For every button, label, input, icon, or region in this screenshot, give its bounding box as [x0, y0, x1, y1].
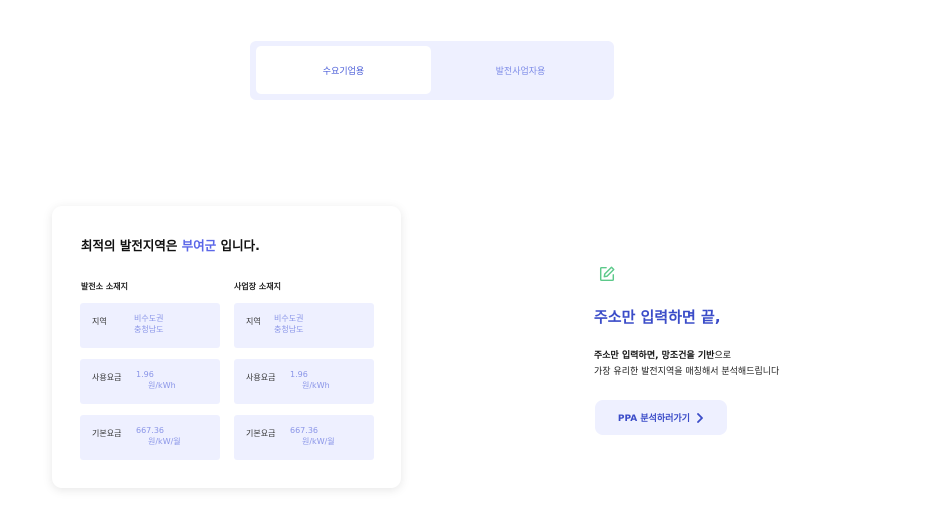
cell-label: 사용요금	[246, 373, 276, 382]
promo-headline: 주소만 입력하면 끝,	[594, 308, 721, 326]
tab-demand-company[interactable]: 수요기업용	[256, 46, 431, 94]
card-title: 최적의 발전지역은 부여군 입니다.	[81, 235, 260, 254]
cell-value: 667.36 원/kW/월	[290, 425, 335, 447]
promo-description-line1: 주소만 입력하면, 망조건을 기반으로	[594, 348, 731, 361]
site-region-cell: 지역 비수도권 충청남도	[234, 303, 374, 348]
value-line-1: 비수도권	[274, 314, 304, 323]
title-prefix: 최적의 발전지역은	[81, 238, 182, 253]
value-line-1: 667.36	[290, 426, 318, 435]
value-line-2: 원/kW/월	[148, 437, 181, 446]
result-card: 최적의 발전지역은 부여군 입니다. 발전소 소재지 사업장 소재지 지역 비수…	[52, 206, 401, 488]
promo-description-line2: 가장 유리한 발전지역을 매칭해서 분석해드립니다	[594, 367, 780, 377]
cell-value: 1.96 원/kWh	[136, 369, 176, 391]
site-base-fee-cell: 기본요금 667.36 원/kW/월	[234, 415, 374, 460]
value-line-2: 충청남도	[134, 325, 164, 334]
cell-label: 지역	[246, 317, 261, 326]
plant-usage-fee-cell: 사용요금 1.96 원/kWh	[80, 359, 220, 404]
cell-value: 667.36 원/kW/월	[136, 425, 181, 447]
title-highlight-region: 부여군	[181, 238, 217, 253]
promo-desc-bold: 주소만 입력하면, 망조건을 기반	[594, 351, 715, 361]
value-line-2: 원/kWh	[148, 381, 176, 390]
promo-desc-rest: 으로	[714, 351, 732, 361]
chevron-right-icon	[697, 412, 703, 423]
tab-power-producer[interactable]: 발전사업자용	[433, 46, 608, 94]
title-suffix: 입니다.	[216, 238, 260, 253]
edit-icon	[599, 266, 615, 282]
cell-value: 1.96 원/kWh	[290, 369, 330, 391]
cell-value: 비수도권 충청남도	[134, 313, 163, 335]
cell-label: 기본요금	[92, 429, 122, 438]
value-line-2: 충청남도	[274, 325, 304, 334]
site-usage-fee-cell: 사용요금 1.96 원/kWh	[234, 359, 374, 404]
column-heading-plant: 발전소 소재지	[81, 282, 128, 291]
cell-label: 기본요금	[246, 429, 276, 438]
column-heading-site: 사업장 소재지	[234, 282, 281, 291]
cell-label: 지역	[92, 317, 107, 326]
plant-region-cell: 지역 비수도권 충청남도	[80, 303, 220, 348]
value-line-1: 비수도권	[134, 314, 164, 323]
value-line-2: 원/kW/월	[302, 437, 335, 446]
value-line-1: 1.96	[136, 370, 154, 379]
value-line-1: 667.36	[136, 426, 164, 435]
plant-base-fee-cell: 기본요금 667.36 원/kW/월	[80, 415, 220, 460]
ppa-analysis-button[interactable]: PPA 분석하러가기	[595, 400, 727, 435]
value-line-1: 1.96	[290, 370, 308, 379]
ppa-analysis-button-label: PPA 분석하러가기	[617, 414, 691, 424]
user-type-tabs: 수요기업용 발전사업자용	[250, 41, 614, 100]
cell-label: 사용요금	[92, 373, 122, 382]
cell-value: 비수도권 충청남도	[274, 313, 303, 335]
value-line-2: 원/kWh	[302, 381, 330, 390]
